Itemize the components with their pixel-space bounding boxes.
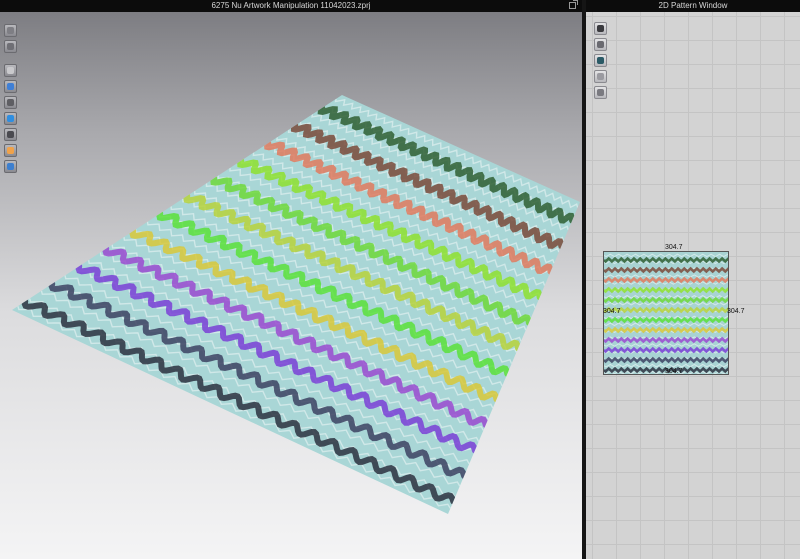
pattern-stripe	[604, 286, 728, 294]
pattern-texture-line	[604, 363, 728, 368]
avatar-display-button[interactable]	[4, 24, 17, 37]
trace-icon	[597, 73, 604, 80]
brush-icon	[7, 83, 14, 90]
transform-button[interactable]	[594, 38, 607, 51]
transform-icon	[597, 41, 604, 48]
3d-toolbar-main	[4, 64, 17, 173]
3d-window-title: 6275 Nu Artwork Manipulation 11042023.zp…	[211, 1, 371, 10]
pattern-texture-line	[604, 274, 728, 278]
pattern-texture-line	[604, 322, 728, 327]
avatar-skin-button[interactable]	[4, 144, 17, 157]
xray-icon	[7, 163, 14, 170]
avatar-skin-icon	[7, 147, 14, 154]
cut-tool-button[interactable]	[4, 128, 17, 141]
dimension-right-label: 304.7	[727, 308, 745, 315]
trace-button[interactable]	[594, 70, 607, 83]
brush-button[interactable]	[4, 80, 17, 93]
edit-texture-button[interactable]	[594, 54, 607, 67]
fold-tool-button[interactable]	[4, 112, 17, 125]
pattern-texture-line	[604, 281, 728, 285]
lock-icon	[597, 89, 604, 96]
cut-tool-icon	[7, 131, 14, 138]
fabric-pattern-piece[interactable]	[603, 251, 729, 375]
edit-pattern-icon	[597, 25, 604, 32]
pin-tool-button[interactable]	[4, 96, 17, 109]
maximize-icon[interactable]	[569, 0, 578, 9]
garment-display-icon	[7, 43, 14, 50]
pattern-stripe	[604, 356, 728, 364]
3d-garment-window: 6275 Nu Artwork Manipulation 11042023.zp…	[0, 0, 582, 559]
pattern-stripe	[604, 296, 728, 304]
pattern-stripe	[604, 336, 728, 344]
dimension-top-label: 304.7	[665, 244, 683, 251]
fabric-3d-view[interactable]	[0, 12, 582, 559]
garment-display-button[interactable]	[4, 40, 17, 53]
pattern-texture-line	[604, 301, 728, 306]
pattern-texture-line	[604, 343, 728, 347]
dimension-left-label: 304.7	[603, 308, 621, 315]
pattern-stripe	[604, 266, 728, 274]
edit-pattern-button[interactable]	[594, 22, 607, 35]
2d-window-titlebar: 2D Pattern Window	[586, 0, 800, 12]
pattern-stripe	[604, 306, 728, 314]
pattern-stripes	[604, 253, 728, 374]
2d-toolbar	[594, 22, 607, 99]
lock-button[interactable]	[594, 86, 607, 99]
dimension-bottom-label: 304.7	[665, 368, 683, 375]
pattern-stripe	[604, 276, 728, 284]
texture-edit-icon	[7, 67, 14, 74]
2d-pattern-window: 2D Pattern Window 304.7 304.7 304.7 304.…	[586, 0, 800, 559]
2d-window-title: 2D Pattern Window	[658, 1, 728, 10]
3d-window-titlebar: 6275 Nu Artwork Manipulation 11042023.zp…	[0, 0, 582, 12]
2d-pattern-canvas[interactable]: 304.7 304.7 304.7 304.7	[586, 12, 800, 559]
3d-toolbar-top	[4, 24, 17, 53]
avatar-display-icon	[7, 27, 14, 34]
app-root: 6275 Nu Artwork Manipulation 11042023.zp…	[0, 0, 800, 559]
edit-texture-icon	[597, 57, 604, 64]
pattern-texture-line	[604, 253, 728, 258]
pin-tool-icon	[7, 99, 14, 106]
3d-viewport[interactable]	[0, 12, 582, 559]
pattern-stripe	[604, 316, 728, 324]
texture-edit-button[interactable]	[4, 64, 17, 77]
fold-tool-icon	[7, 115, 14, 122]
xray-button[interactable]	[4, 160, 17, 173]
